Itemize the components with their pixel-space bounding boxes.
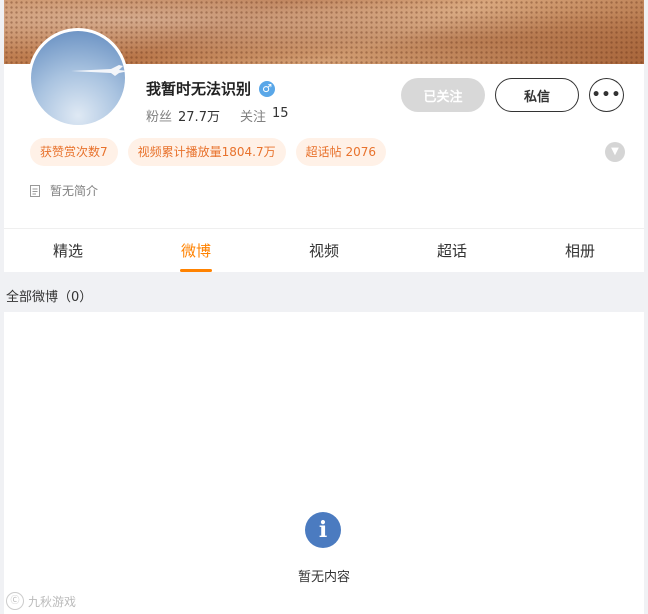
more-options-button[interactable]: ••• [589,78,624,112]
tab-weibo[interactable]: 微博 [132,229,260,272]
empty-state-text: 暂无内容 [297,570,350,585]
more-dots-icon: ••• [591,87,622,103]
watermark: Ⓒ 九秋游戏 [6,592,76,610]
watermark-logo-icon: Ⓒ [6,592,24,610]
intro-text: 暂无简介 [50,184,99,198]
following-label[interactable]: 关注 [240,106,266,125]
tag-reward-count[interactable]: 获赞赏次数7 [30,138,118,166]
tab-video[interactable]: 视频 [260,229,388,272]
fans-label[interactable]: 粉丝 [146,106,172,125]
expand-chevron-icon[interactable]: ▼ [605,142,625,162]
tab-album[interactable]: 相册 [516,229,644,272]
message-button[interactable]: 私信 [495,78,579,112]
following-count[interactable]: 15 [272,106,289,125]
tag-supertopic-posts[interactable]: 超话帖 2076 [295,138,386,166]
name-row: 我暂时无法识别 ♂ [146,78,276,99]
followed-button[interactable]: 已关注 [401,78,485,112]
tab-supertopic[interactable]: 超话 [388,229,516,272]
feed-content: i 暂无内容 [4,312,644,614]
male-icon: ♂ [259,80,276,97]
airplane-icon [71,65,125,76]
profile-card: 我暂时无法识别 ♂ 粉丝 27.7万 关注 15 已关注 私信 ••• 获赞赏次… [4,0,644,272]
profile-name[interactable]: 我暂时无法识别 [146,78,251,99]
watermark-text: 九秋游戏 [28,594,77,609]
tag-video-plays[interactable]: 视频累计播放量1804.7万 [127,138,286,166]
profile-tags: 获赞赏次数7 视频累计播放量1804.7万 超话帖 2076 [30,138,396,166]
document-icon [30,184,40,197]
avatar[interactable] [28,28,128,128]
fans-count[interactable]: 27.7万 [178,106,220,125]
section-title: 全部微博（0） [6,290,93,305]
info-icon: i [305,512,341,548]
profile-tabs: 精选 微博 视频 超话 相册 [4,228,644,272]
profile-intro: 暂无简介 [30,182,98,199]
tab-featured[interactable]: 精选 [4,229,132,272]
profile-stats: 粉丝 27.7万 关注 15 [146,106,309,125]
